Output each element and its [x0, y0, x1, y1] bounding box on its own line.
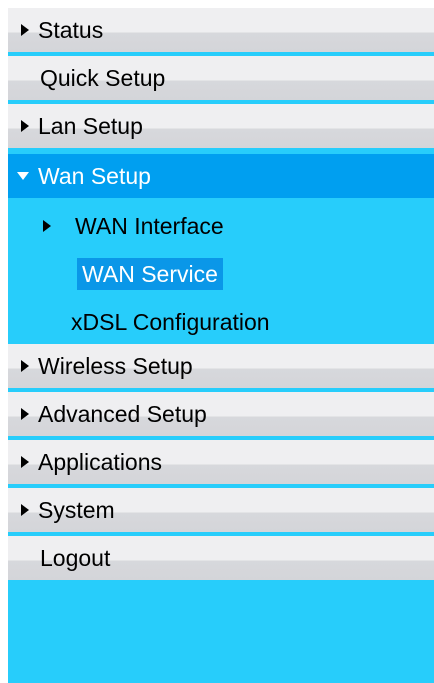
menu-item-advanced-setup[interactable]: Advanced Setup [8, 392, 434, 436]
menu-item-label: Advanced Setup [38, 401, 207, 427]
triangle-right-icon [21, 456, 29, 468]
menu-item-logout[interactable]: Logout [8, 536, 434, 580]
menu-item-label: Wireless Setup [38, 353, 193, 379]
triangle-right-icon [21, 120, 29, 132]
menu-item-label: Status [38, 17, 104, 43]
triangle-right-icon [21, 360, 29, 372]
menu-item-quick-setup[interactable]: Quick Setup [8, 56, 434, 100]
menu-item-label: Quick Setup [40, 65, 166, 91]
menu-item-label: System [38, 497, 115, 523]
submenu-item-xdsl-configuration[interactable]: xDSL Configuration [8, 298, 434, 346]
submenu-item-label: xDSL Configuration [71, 309, 270, 335]
triangle-right-icon [21, 24, 29, 36]
triangle-right-icon [43, 220, 51, 232]
menu-item-label: Lan Setup [38, 113, 143, 139]
menu-item-wan-setup[interactable]: Wan Setup [8, 154, 434, 198]
submenu-item-label: WAN Interface [75, 213, 224, 239]
submenu-item-wan-interface[interactable]: WAN Interface [8, 202, 434, 250]
menu-item-label: Applications [38, 449, 163, 475]
triangle-right-icon [21, 504, 29, 516]
menu-item-label: Wan Setup [38, 163, 151, 189]
triangle-down-icon [17, 172, 29, 180]
menu-item-system[interactable]: System [8, 488, 434, 532]
menu-item-label: Logout [40, 545, 111, 571]
navigation-menu: Status Quick Setup Lan Setup Wan Setup W… [8, 8, 434, 683]
menu-item-lan-setup[interactable]: Lan Setup [8, 104, 434, 148]
menu-item-wireless-setup[interactable]: Wireless Setup [8, 344, 434, 388]
menu-item-status[interactable]: Status [8, 8, 434, 52]
menu-item-applications[interactable]: Applications [8, 440, 434, 484]
submenu-item-wan-service[interactable]: WAN Service [8, 250, 434, 298]
triangle-right-icon [21, 408, 29, 420]
submenu-item-label: WAN Service [77, 258, 223, 290]
